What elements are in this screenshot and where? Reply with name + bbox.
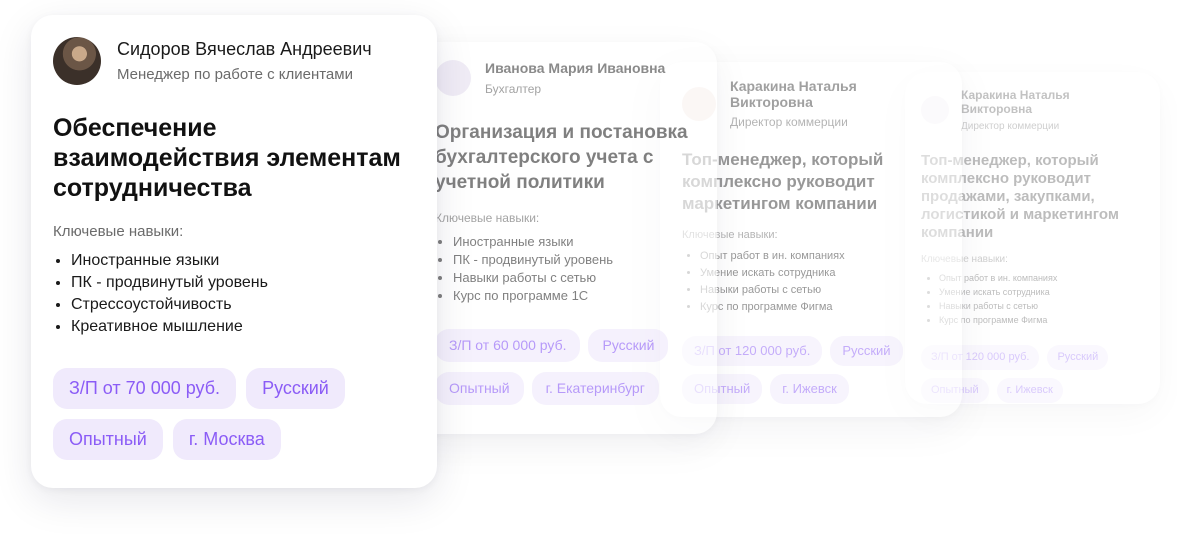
candidate-name: Каракина Наталья Викторовна (730, 78, 857, 110)
skill-item: Навыки работы с сетью (700, 282, 940, 299)
skill-item: Навыки работы с сетью (939, 299, 1144, 313)
skill-item: Стрессоустойчивость (71, 294, 415, 316)
skills-label: Ключевые навыки: (435, 211, 540, 225)
tags: З/П от 60 000 руб. Русский Опытный г. Ек… (435, 329, 693, 405)
skill-item: ПК - продвинутый уровень (453, 251, 693, 269)
skill-item: Умение искать сотрудника (700, 265, 940, 282)
candidate-role: Директор коммерции (730, 115, 848, 129)
avatar (435, 60, 471, 96)
candidate-name: Сидоров Вячеслав Андреевич (117, 39, 372, 59)
skill-item: Курс по программе Фигма (700, 299, 940, 316)
city-tag: г. Москва (172, 419, 281, 460)
candidate-headline: Обеспечение взаимодействия элементам сот… (53, 114, 401, 202)
candidate-card-2[interactable]: Иванова Мария Ивановна Бухгалтер Организ… (405, 42, 717, 434)
card-header: Сидоров Вячеслав Андреевич Менеджер по р… (53, 37, 415, 85)
language-tag: Русский (1047, 345, 1109, 370)
skill-item: Умение искать сотрудника (939, 285, 1144, 299)
city-tag: г. Ижевск (770, 374, 849, 404)
skill-item: Курс по программе 1С (453, 287, 693, 305)
candidate-card-1[interactable]: Сидоров Вячеслав Андреевич Менеджер по р… (31, 15, 437, 488)
skills-label: Ключевые навыки: (682, 229, 778, 241)
language-tag: Русский (588, 329, 669, 362)
experience-tag: Опытный (53, 419, 163, 460)
skills-list: Опыт работ в ин. компаниях Умение искать… (682, 248, 940, 316)
skill-item: Опыт работ в ин. компаниях (939, 271, 1144, 285)
skill-item: Иностранные языки (71, 250, 415, 272)
skill-item: Креативное мышление (71, 316, 415, 338)
salary-tag: З/П от 60 000 руб. (435, 329, 581, 362)
skills-list: Иностранные языки ПК - продвинутый урове… (53, 250, 415, 338)
candidate-headline: Организация и постановка бухгалтерского … (435, 122, 688, 193)
skill-item: Навыки работы с сетью (453, 269, 693, 287)
skills-list: Иностранные языки ПК - продвинутый урове… (435, 233, 693, 305)
avatar (53, 37, 101, 85)
candidate-role: Директор коммерции (961, 121, 1060, 132)
candidate-headline: Топ-менеджер, который комплексно руковод… (682, 150, 884, 213)
candidate-name: Каракина Наталья Викторовна (961, 88, 1070, 116)
candidate-name: Иванова Мария Ивановна (485, 60, 666, 76)
skills-label: Ключевые навыки: (53, 223, 184, 240)
salary-tag: З/П от 70 000 руб. (53, 368, 237, 409)
language-tag: Русский (830, 336, 903, 366)
experience-tag: Опытный (435, 372, 524, 405)
city-tag: г. Екатеринбург (531, 372, 659, 405)
language-tag: Русский (246, 368, 345, 409)
city-tag: г. Ижевск (996, 378, 1063, 403)
card-header: Иванова Мария Ивановна Бухгалтер (435, 60, 693, 96)
skill-item: Опыт работ в ин. компаниях (700, 248, 940, 265)
skill-item: ПК - продвинутый уровень (71, 272, 415, 294)
candidate-role: Менеджер по работе с клиентами (117, 66, 353, 83)
card-header: Каракина Наталья Викторовна Директор ком… (682, 78, 940, 129)
skill-item: Иностранные языки (453, 233, 693, 251)
skill-item: Курс по программе Фигма (939, 313, 1144, 327)
candidate-role: Бухгалтер (485, 82, 542, 96)
tags: З/П от 120 000 руб. Русский Опытный г. И… (682, 336, 940, 404)
tags: З/П от 70 000 руб. Русский Опытный г. Мо… (53, 368, 415, 460)
